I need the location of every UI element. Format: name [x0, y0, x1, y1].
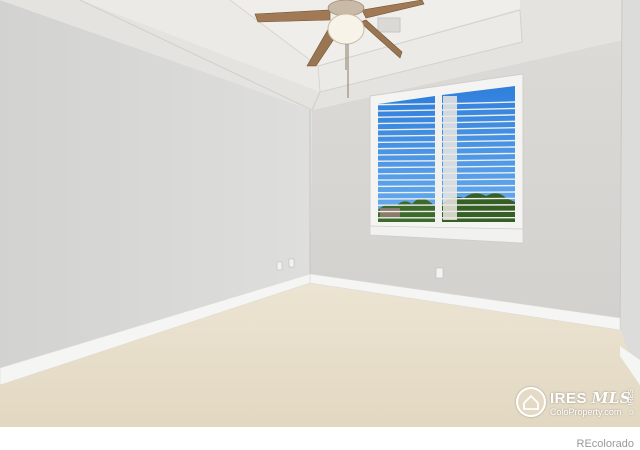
photo-credit: REcolorado [576, 438, 634, 450]
shutter-slat [377, 153, 436, 156]
window [369, 73, 524, 244]
house-logo-icon [516, 387, 546, 417]
wall-outlet [288, 258, 295, 268]
watermark-brand: IRES MLS [550, 389, 632, 407]
wall-outlet [276, 261, 283, 271]
watermark-site: ColoProperty.com [550, 407, 622, 417]
shutter-slat [377, 109, 436, 112]
watermark-logo: IRES MLS ColoProperty.com © IRES [516, 386, 638, 420]
shutter-slat [377, 141, 436, 144]
shutter-slat [377, 115, 436, 118]
shutter-slat [377, 134, 436, 137]
shutter-slat [377, 128, 436, 131]
shutter-slat [377, 122, 436, 125]
room-photo [0, 0, 640, 427]
air-vent [377, 17, 401, 33]
shutter-slat [377, 147, 436, 150]
watermark-copyright: © IRES [628, 389, 635, 415]
shutter-slat [377, 103, 436, 106]
wall-outlet [435, 267, 444, 279]
right-wall [620, 0, 640, 380]
